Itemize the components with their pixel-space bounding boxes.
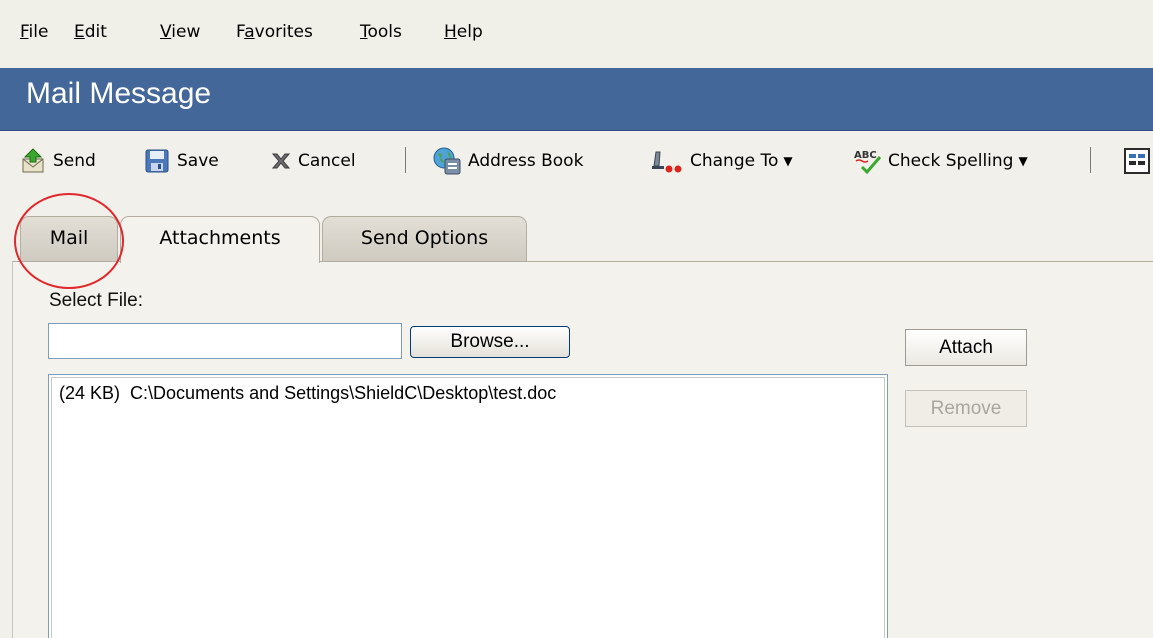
calendar-grid-icon	[1124, 148, 1150, 174]
attach-button[interactable]: Attach	[905, 329, 1027, 366]
tab-mail[interactable]: Mail	[20, 216, 118, 262]
check-spelling-button[interactable]: ABC Check Spelling ▼	[853, 147, 1028, 175]
menu-accelerator-letter: E	[74, 22, 85, 42]
window-title: Mail Message	[26, 77, 212, 110]
save-label: Save	[177, 151, 219, 171]
menu-help[interactable]: Help	[444, 22, 483, 42]
send-label: Send	[53, 151, 96, 171]
check-spelling-label: Check Spelling	[888, 151, 1014, 171]
menu-file[interactable]: File	[20, 22, 48, 42]
menu-bar: File Edit View Favorites Tools Help	[0, 0, 1153, 68]
svg-text:ABC: ABC	[854, 150, 877, 161]
chevron-down-icon: ▼	[783, 154, 793, 168]
tab-mail-label: Mail	[49, 227, 89, 249]
select-file-label: Select File:	[49, 290, 143, 311]
cancel-label: Cancel	[298, 151, 356, 171]
title-bar: Mail Message	[0, 68, 1153, 131]
tab-send-options[interactable]: Send Options	[322, 216, 527, 262]
globe-address-book-icon	[432, 146, 462, 176]
menu-view[interactable]: View	[160, 22, 200, 42]
file-size: (24 KB)	[59, 383, 121, 403]
toolbar-separator	[1090, 147, 1091, 173]
save-button[interactable]: Save	[144, 147, 219, 175]
x-cancel-icon	[270, 150, 292, 172]
mail-message-window: File Edit View Favorites Tools Help Mail…	[0, 0, 1153, 638]
cancel-button[interactable]: Cancel	[270, 147, 356, 175]
menu-favorites[interactable]: Favorites	[236, 22, 313, 42]
view-toggle-button[interactable]	[1124, 147, 1153, 175]
send-envelope-icon	[20, 148, 46, 174]
send-button[interactable]: Send	[20, 147, 96, 175]
change-to-label: Change To	[690, 151, 779, 171]
menu-edit[interactable]: Edit	[74, 22, 107, 42]
menu-tools[interactable]: Tools	[360, 22, 402, 42]
list-item[interactable]: (24 KB) C:\Documents and Settings\Shield…	[59, 383, 556, 404]
menu-accelerator-letter: H	[444, 22, 457, 42]
chevron-down-icon: ▼	[1018, 154, 1028, 168]
tab-attachments[interactable]: Attachments	[120, 216, 320, 263]
file-path: C:\Documents and Settings\ShieldC\Deskto…	[130, 383, 557, 403]
tab-attachments-label: Attachments	[159, 227, 281, 249]
address-book-button[interactable]: Address Book	[432, 147, 583, 175]
toolbar: Send Save Cancel Address Book Change To …	[0, 131, 1153, 191]
address-book-label: Address Book	[468, 151, 584, 171]
browse-button[interactable]: Browse...	[410, 326, 570, 358]
menu-accelerator-letter: F	[20, 22, 29, 42]
menu-accelerator-letter: a	[244, 22, 255, 42]
attachment-list-frame	[51, 377, 885, 638]
file-path-input[interactable]	[48, 323, 402, 359]
remove-button[interactable]: Remove	[905, 390, 1027, 427]
toolbar-separator	[405, 147, 406, 173]
change-to-icon	[650, 148, 684, 174]
tab-send-options-label: Send Options	[360, 227, 489, 249]
menu-accelerator-letter: T	[360, 22, 368, 42]
abc-spellcheck-icon: ABC	[853, 148, 883, 175]
attachment-list[interactable]: (24 KB) C:\Documents and Settings\Shield…	[48, 374, 888, 638]
change-to-button[interactable]: Change To ▼	[650, 147, 793, 175]
floppy-disk-icon	[144, 148, 170, 174]
menu-accelerator-letter: V	[160, 22, 172, 42]
